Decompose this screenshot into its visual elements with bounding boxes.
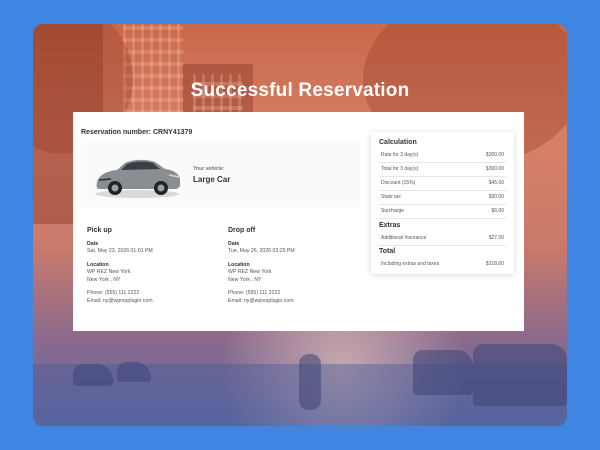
vehicle-summary: Your vehicle: Large Car	[81, 143, 360, 207]
calc-row: Discount (15%) $45.00	[379, 177, 506, 191]
car-image	[95, 159, 180, 198]
pickup-location-line2: New York , NY	[87, 277, 121, 283]
extras-row: Additional Insurance $27.00	[379, 232, 506, 246]
calc-row: Total for 3 day(s) $300.00	[379, 163, 506, 177]
parked-car-right-2	[473, 344, 567, 406]
page-title: Successful Reservation	[190, 80, 410, 101]
extras-row-value: $27.00	[488, 235, 504, 241]
reservation-number-value: CRNY41379	[152, 129, 193, 136]
calc-row: State tax $30.00	[379, 191, 506, 205]
calculation-title: Calculation	[379, 139, 417, 146]
calc-row-label: Surcharge	[381, 208, 405, 214]
calc-row-value: $6.00	[491, 208, 504, 214]
dropoff-phone: Phone: (555) 111 2222	[228, 290, 281, 296]
calc-row: Rate for 3 day(s) $300.00	[379, 149, 506, 163]
dropoff-location-line2: New York , NY	[228, 277, 262, 283]
total-row-label: Including extras and taxes	[381, 261, 440, 267]
total-title: Total	[379, 248, 396, 255]
calc-row-value: $30.00	[488, 194, 504, 200]
reservation-card: Reservation number: CRNY41379 Your vehic…	[73, 112, 524, 331]
dropoff-location-line1: WP REZ New York	[228, 269, 272, 275]
cyclist	[299, 354, 321, 410]
calc-row: Surcharge $6.00	[379, 205, 506, 219]
pickup-date: Sat, May 23, 2026 01:01 PM	[87, 248, 153, 254]
reservation-number-label: Reservation number:	[81, 129, 152, 136]
dropoff-title: Drop off	[228, 227, 256, 234]
pickup-email: Email: ny@wprezplugin.com	[87, 298, 153, 304]
calc-row-label: Total for 3 day(s)	[381, 166, 419, 172]
parked-car-left-1	[73, 364, 113, 386]
pickup-section: Pick up Date Sat, May 23, 2026 01:01 PM …	[87, 227, 217, 305]
reservation-number: Reservation number: CRNY41379	[81, 129, 192, 136]
total-row: Including extras and taxes $318.00	[379, 258, 506, 271]
calc-row-label: State tax	[381, 194, 401, 200]
vehicle-name: Large Car	[193, 175, 231, 184]
extras-row-label: Additional Insurance	[381, 235, 427, 241]
dropoff-section: Drop off Date Tue, May 26, 2026 03:25 PM…	[228, 227, 358, 305]
total-row-value: $318.00	[485, 261, 504, 267]
calculation-panel: Calculation Rate for 3 day(s) $300.00 To…	[371, 132, 514, 274]
vehicle-label: Your vehicle:	[193, 166, 225, 172]
calc-row-label: Rate for 3 day(s)	[381, 152, 419, 158]
dropoff-email: Email: ny@wprezplugin.com	[228, 298, 294, 304]
pickup-title: Pick up	[87, 227, 112, 234]
calc-row-value: $300.00	[485, 166, 504, 172]
calc-row-label: Discount (15%)	[381, 180, 416, 186]
pickup-location-line1: WP REZ New York	[87, 269, 131, 275]
calc-row-value: $45.00	[488, 180, 504, 186]
extras-title: Extras	[379, 222, 401, 229]
dropoff-date: Tue, May 26, 2026 03:25 PM	[228, 248, 295, 254]
pickup-phone: Phone: (555) 111 2222	[87, 290, 140, 296]
calc-row-value: $300.00	[485, 152, 504, 158]
parked-car-right-1	[413, 350, 473, 395]
